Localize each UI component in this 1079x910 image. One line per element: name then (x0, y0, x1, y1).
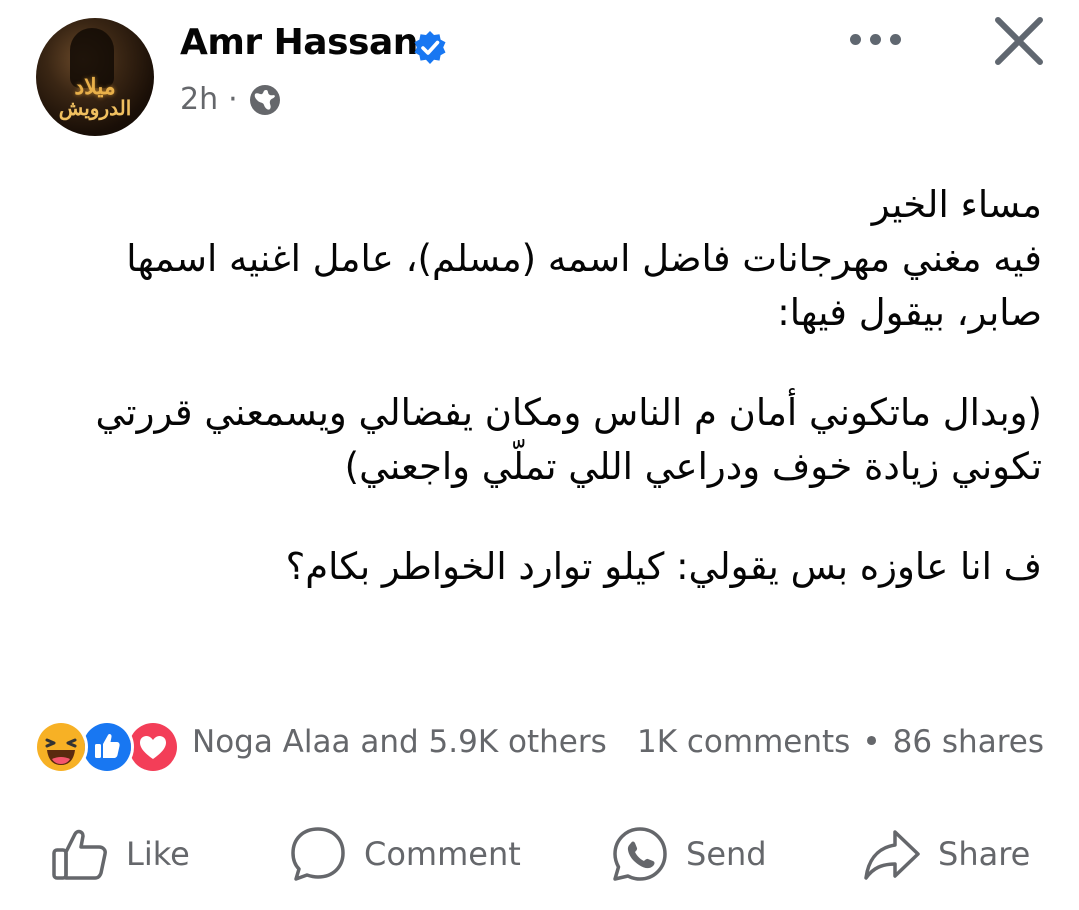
more-options-button[interactable] (850, 26, 910, 52)
post-paragraph: ف انا عاوزه بس يقولي: كيلو توارد الخواطر… (285, 545, 1042, 588)
whatsapp-icon (613, 827, 667, 881)
post-text: مساء الخير فيه مغني مهرجانات فاضل اسمه (… (42, 178, 1042, 594)
share-arrow-icon (864, 830, 920, 880)
send-label: Send (686, 835, 767, 873)
comment-bubble-icon (291, 827, 345, 881)
verified-badge-icon (414, 31, 446, 64)
like-reaction-icon[interactable] (80, 720, 134, 774)
reactions-bar: Noga Alaa and 5.9K others 1K comments • … (34, 718, 1044, 774)
action-bar: Like Comment Send Share (0, 820, 1079, 900)
thumbs-up-icon (52, 829, 107, 880)
avatar[interactable]: ميلاد الدرويش (36, 18, 154, 136)
meta-separator: · (228, 82, 238, 117)
engagement-counts: 1K comments • 86 shares (637, 724, 1044, 760)
post-time[interactable]: 2h (180, 82, 218, 117)
post-paragraph: مساء الخير (871, 183, 1042, 226)
post-header: ميلاد الدرويش Amr Hassan 2h · (0, 0, 1079, 150)
author-name[interactable]: Amr Hassan (180, 22, 418, 63)
share-button[interactable]: Share (862, 824, 1030, 884)
reactors-text[interactable]: Noga Alaa and 5.9K others (192, 724, 607, 760)
globe-icon (249, 84, 280, 115)
like-button[interactable]: Like (50, 824, 190, 884)
comment-label: Comment (364, 835, 521, 873)
dot-icon (870, 33, 881, 45)
counts-separator: • (862, 724, 881, 760)
share-label: Share (938, 835, 1031, 873)
post-paragraph: فيه مغني مهرجانات فاضل اسمه (مسلم)، عامل… (126, 237, 1042, 334)
shares-count[interactable]: 86 shares (893, 724, 1044, 760)
post-paragraph: (وبدال ماتكوني أمان م الناس ومكان يفضالي… (95, 391, 1042, 488)
post-meta: 2h · (180, 82, 282, 117)
haha-icon[interactable] (34, 720, 88, 774)
comments-count[interactable]: 1K comments (637, 724, 850, 760)
dot-icon (850, 33, 861, 45)
send-button[interactable]: Send (610, 824, 767, 884)
comment-button[interactable]: Comment (288, 824, 521, 884)
avatar-logo-line2: الدرويش (58, 96, 132, 120)
like-label: Like (126, 835, 190, 873)
close-icon[interactable] (992, 14, 1046, 68)
love-icon[interactable] (126, 720, 180, 774)
avatar-logo-line1: ميلاد (74, 74, 116, 100)
dot-icon (890, 33, 901, 45)
